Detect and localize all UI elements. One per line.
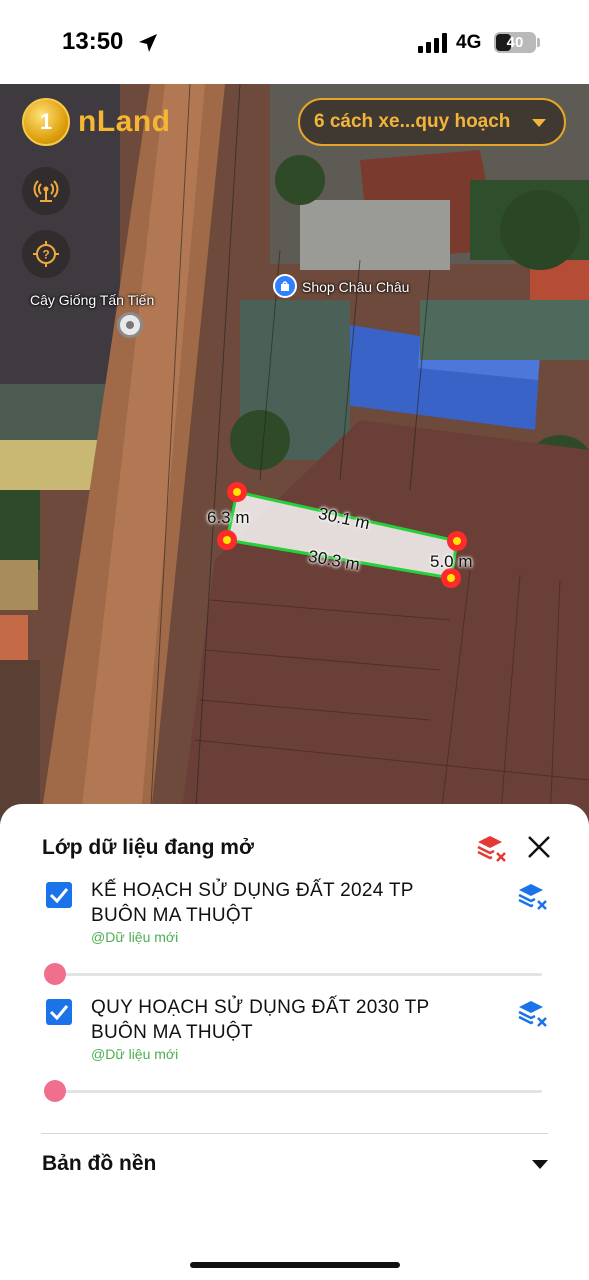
home-indicator[interactable] (190, 1262, 400, 1268)
battery-percent: 40 (506, 34, 524, 51)
cellular-signal-icon (418, 33, 447, 53)
chevron-down-icon[interactable] (532, 1160, 548, 1169)
layers-bottom-sheet: Lớp dữ liệu đang mở KẾ HOẠCH SỬ DỤNG ĐẤT… (0, 804, 589, 1280)
status-time: 13:50 (62, 28, 124, 55)
location-arrow-icon (139, 34, 157, 52)
opacity-slider[interactable] (44, 962, 542, 986)
slider-thumb[interactable] (44, 963, 66, 985)
status-bar: 13:50 4G 40 (0, 0, 589, 84)
battery-icon: 40 (494, 32, 536, 53)
layer-name: KẾ HOẠCH SỬ DỤNG ĐẤT 2024 TP BUÔN MA THU… (91, 880, 414, 926)
slider-track (52, 973, 542, 976)
remove-layer-icon[interactable] (517, 999, 549, 1029)
vertex-marker[interactable] (217, 530, 237, 550)
dropdown-label: 6 cách xe...quy hoạch (314, 111, 511, 132)
battery-tip (537, 38, 540, 47)
close-icon[interactable] (526, 834, 552, 860)
opacity-slider[interactable] (44, 1079, 542, 1103)
network-type: 4G (456, 32, 482, 53)
svg-text:?: ? (42, 248, 49, 262)
logo-text: nLand (78, 105, 171, 138)
broadcast-button[interactable] (22, 167, 70, 215)
layer-checkbox[interactable] (46, 999, 72, 1025)
logo-coin-icon: 1 (22, 98, 70, 146)
vertex-marker[interactable] (227, 482, 247, 502)
parcel-vertices (217, 482, 467, 588)
map-label-nursery[interactable]: Cây Giống Tấn Tiến (30, 292, 154, 308)
remove-layer-icon[interactable] (517, 882, 549, 912)
caret-down-icon (532, 119, 546, 127)
app-screen: 13:50 4G 40 6.3 m 30.1 m 30.3 m 5.0 m Sh… (0, 0, 589, 1280)
slider-thumb[interactable] (44, 1080, 66, 1102)
locate-help-button[interactable]: ? (22, 230, 70, 278)
app-logo: 1 nLand (22, 97, 171, 147)
divider (41, 1133, 548, 1134)
measure-right-edge: 5.0 m (430, 552, 473, 571)
clear-layers-icon[interactable] (476, 834, 508, 864)
layer-source: @Dữ liệu mới (91, 1046, 179, 1062)
location-pin-icon[interactable] (117, 312, 143, 338)
broadcast-icon (33, 180, 59, 202)
measure-left-edge: 6.3 m (207, 508, 250, 527)
satellite-map[interactable] (0, 84, 589, 824)
basemap-label[interactable]: Bản đồ nền (42, 1152, 156, 1176)
layer-name: QUY HOẠCH SỬ DỤNG ĐẤT 2030 TP BUÔN MA TH… (91, 997, 430, 1043)
layer-source: @Dữ liệu mới (91, 929, 179, 945)
sheet-title: Lớp dữ liệu đang mở (42, 836, 254, 859)
vertex-marker[interactable] (447, 531, 467, 551)
slider-track (52, 1090, 542, 1093)
target-help-icon: ? (33, 241, 59, 267)
shop-pin-icon[interactable] (273, 274, 297, 298)
view-mode-dropdown[interactable]: 6 cách xe...quy hoạch (298, 98, 566, 146)
layer-checkbox[interactable] (46, 882, 72, 908)
map-label-shop[interactable]: Shop Châu Châu (302, 279, 409, 295)
